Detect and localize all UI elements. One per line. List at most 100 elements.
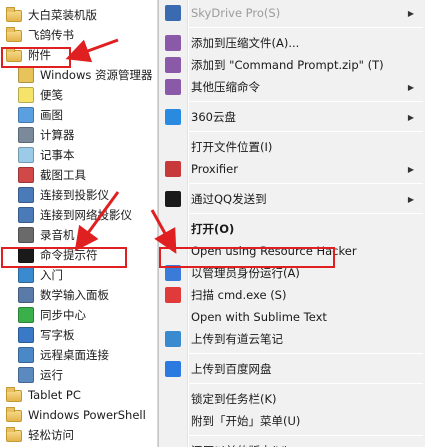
program-item-8[interactable]: 截图工具 <box>0 165 157 185</box>
program-item-15[interactable]: 同步中心 <box>0 305 157 325</box>
context-menu: SkyDrive Pro(S) ▶ 添加到压缩文件(A)... 添加到 "Comman… <box>158 0 425 447</box>
menu-item-6[interactable]: 360云盘 ▶ <box>159 106 425 128</box>
program-item-label: 写字板 <box>40 328 75 342</box>
menu-item-label: 通过QQ发送到 <box>191 192 267 206</box>
menu-item-label: 扫描 cmd.exe (S) <box>191 288 287 302</box>
submenu-arrow-icon: ▶ <box>407 8 414 18</box>
program-item-6[interactable]: 计算器 <box>0 125 157 145</box>
cloud-360-icon <box>165 109 181 125</box>
archive-icon <box>165 35 181 51</box>
menu-separator <box>189 183 423 184</box>
program-item-19[interactable]: Tablet PC <box>0 385 157 405</box>
menu-item-20[interactable]: 上传到百度网盘 <box>159 358 425 380</box>
sticky-notes-icon <box>18 87 34 103</box>
menu-item-label: Open with Sublime Text <box>191 310 327 324</box>
qq-icon <box>165 191 181 207</box>
program-item-3[interactable]: Windows 资源管理器 <box>0 65 157 85</box>
menu-item-label: 上传到有道云笔记 <box>191 332 283 346</box>
menu-separator <box>189 435 423 436</box>
folder-icon <box>6 27 22 42</box>
menu-separator <box>189 353 423 354</box>
program-item-17[interactable]: 远程桌面连接 <box>0 345 157 365</box>
program-item-0[interactable]: 大白菜装机版 <box>0 5 157 25</box>
program-item-5[interactable]: 画图 <box>0 105 157 125</box>
remote-desktop-icon <box>18 347 34 363</box>
program-item-label: 截图工具 <box>40 168 86 182</box>
highlight-box-run-as-admin <box>159 247 335 268</box>
submenu-arrow-icon: ▶ <box>407 82 414 92</box>
program-item-20[interactable]: Windows PowerShell <box>0 405 157 425</box>
notepad-icon <box>18 147 34 163</box>
program-item-label: 运行 <box>40 368 63 382</box>
submenu-arrow-icon: ▶ <box>407 194 414 204</box>
program-item-7[interactable]: 记事本 <box>0 145 157 165</box>
program-item-label: 连接到投影仪 <box>40 188 109 202</box>
archive-icon <box>165 79 181 95</box>
program-item-label: 计算器 <box>40 128 75 142</box>
menu-separator <box>189 213 423 214</box>
program-item-4[interactable]: 便笺 <box>0 85 157 105</box>
menu-item-label: 打开(O) <box>191 222 235 236</box>
youdao-note-icon <box>165 331 181 347</box>
menu-item-label: 360云盘 <box>191 110 236 124</box>
menu-item-label: 打开文件位置(I) <box>191 140 273 154</box>
scan-icon <box>165 287 181 303</box>
program-item-label: 同步中心 <box>40 308 86 322</box>
program-item-16[interactable]: 写字板 <box>0 325 157 345</box>
baidu-netdisk-icon <box>165 361 181 377</box>
network-projector-icon <box>18 207 34 223</box>
program-item-11[interactable]: 录音机 <box>0 225 157 245</box>
menu-item-label: 其他压缩命令 <box>191 80 260 94</box>
program-item-14[interactable]: 数学输入面板 <box>0 285 157 305</box>
program-item-label: 大白菜装机版 <box>28 8 97 22</box>
program-item-label: Windows 资源管理器 <box>40 68 153 82</box>
math-input-icon <box>18 287 34 303</box>
menu-item-22[interactable]: 锁定到任务栏(K) <box>159 388 425 410</box>
menu-item-25[interactable]: 还原以前的版本(V) <box>159 440 425 447</box>
menu-item-label: 添加到 "Command Prompt.zip" (T) <box>191 58 384 72</box>
program-item-label: 画图 <box>40 108 63 122</box>
menu-item-23[interactable]: 附到「开始」菜单(U) <box>159 410 425 432</box>
sync-center-icon <box>18 307 34 323</box>
menu-item-3[interactable]: 添加到 "Command Prompt.zip" (T) <box>159 54 425 76</box>
menu-separator <box>189 101 423 102</box>
menu-separator <box>189 383 423 384</box>
menu-item-8[interactable]: 打开文件位置(I) <box>159 136 425 158</box>
program-item-label: 便笺 <box>40 88 63 102</box>
menu-item-11[interactable]: 通过QQ发送到 ▶ <box>159 188 425 210</box>
menu-item-17[interactable]: Open with Sublime Text <box>159 306 425 328</box>
program-item-label: Windows PowerShell <box>28 408 146 422</box>
explorer-icon <box>18 67 34 83</box>
menu-item-13[interactable]: 打开(O) <box>159 218 425 240</box>
submenu-arrow-icon: ▶ <box>407 164 414 174</box>
folder-icon <box>6 407 22 422</box>
program-item-9[interactable]: 连接到投影仪 <box>0 185 157 205</box>
program-item-label: 数学输入面板 <box>40 288 109 302</box>
menu-item-label: 附到「开始」菜单(U) <box>191 414 301 428</box>
folder-icon <box>6 7 22 22</box>
menu-item-16[interactable]: 扫描 cmd.exe (S) <box>159 284 425 306</box>
program-item-label: Tablet PC <box>28 388 81 402</box>
program-item-1[interactable]: 飞鸽传书 <box>0 25 157 45</box>
proxifier-icon <box>165 161 181 177</box>
menu-item-label: 锁定到任务栏(K) <box>191 392 277 406</box>
program-item-13[interactable]: 入门 <box>0 265 157 285</box>
menu-item-0: SkyDrive Pro(S) ▶ <box>159 2 425 24</box>
run-icon <box>18 367 34 383</box>
program-item-18[interactable]: 运行 <box>0 365 157 385</box>
program-item-21[interactable]: 轻松访问 <box>0 425 157 445</box>
menu-item-2[interactable]: 添加到压缩文件(A)... <box>159 32 425 54</box>
menu-item-18[interactable]: 上传到有道云笔记 <box>159 328 425 350</box>
program-item-label: 连接到网络投影仪 <box>40 208 132 222</box>
archive-icon <box>165 57 181 73</box>
menu-item-9[interactable]: Proxifier ▶ <box>159 158 425 180</box>
program-item-label: 记事本 <box>40 148 75 162</box>
menu-item-label: 还原以前的版本(V) <box>191 443 288 447</box>
menu-item-4[interactable]: 其他压缩命令 ▶ <box>159 76 425 98</box>
folder-icon <box>6 427 22 442</box>
snipping-tool-icon <box>18 167 34 183</box>
menu-item-label: SkyDrive Pro(S) <box>191 6 281 20</box>
getting-started-icon <box>18 267 34 283</box>
program-item-10[interactable]: 连接到网络投影仪 <box>0 205 157 225</box>
paint-icon <box>18 107 34 123</box>
